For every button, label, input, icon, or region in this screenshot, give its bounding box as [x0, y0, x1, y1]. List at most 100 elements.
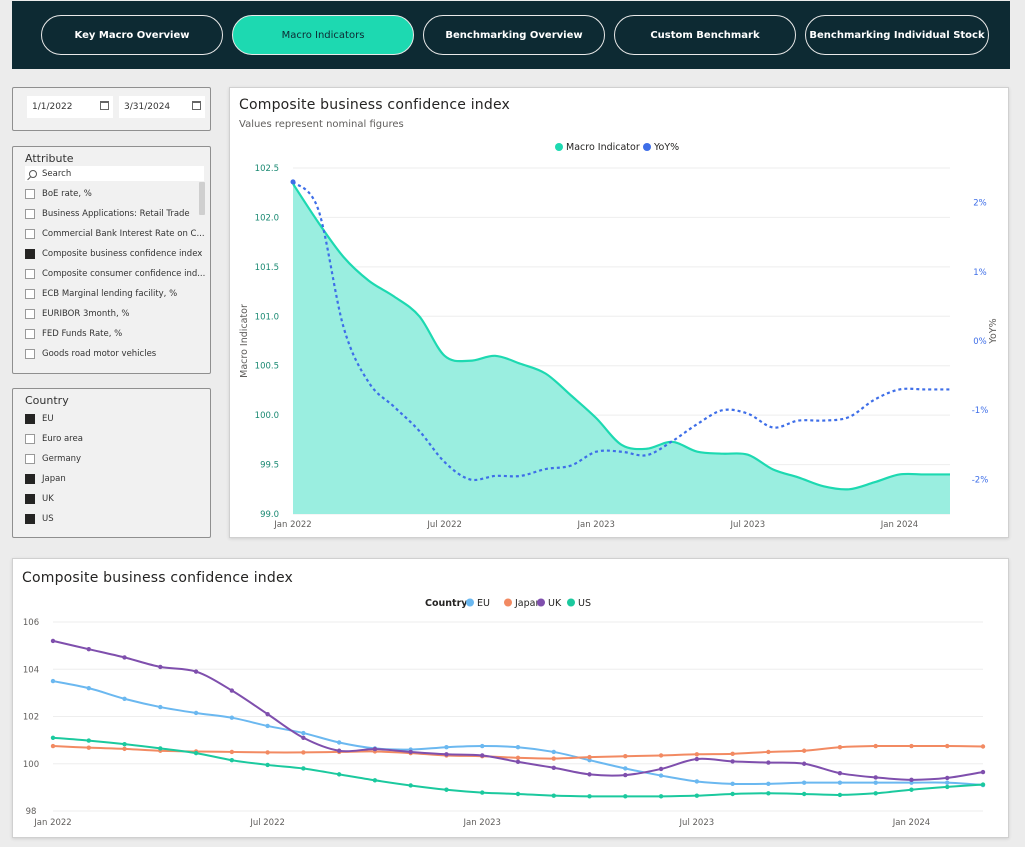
- data-point: [50, 678, 56, 684]
- data-point: [336, 740, 342, 745]
- attribute-item[interactable]: BoE rate, %: [25, 186, 92, 202]
- data-point: [945, 780, 950, 785]
- y2-tick-label: -1%: [972, 406, 989, 416]
- data-point: [122, 746, 127, 752]
- data-point: [50, 638, 56, 644]
- attribute-item[interactable]: Composite business confidence index: [25, 246, 202, 262]
- y-tick-label: 102.5: [255, 164, 279, 174]
- tab-key-macro-overview[interactable]: Key Macro Overview: [41, 15, 223, 55]
- data-point: [86, 646, 91, 652]
- y-tick-label: 100.0: [255, 411, 279, 421]
- date-range-slicer: 1/1/2022 3/31/2024: [12, 87, 211, 131]
- data-point: [444, 787, 449, 792]
- data-point: [193, 669, 199, 674]
- checkbox-unchecked[interactable]: [25, 329, 35, 339]
- checkbox-unchecked[interactable]: [25, 229, 35, 239]
- country-item[interactable]: Japan: [25, 471, 66, 487]
- data-point: [480, 753, 485, 758]
- data-point: [623, 753, 628, 759]
- data-point: [945, 784, 950, 790]
- start-date-input[interactable]: 1/1/2022: [27, 96, 113, 118]
- data-point: [515, 791, 521, 797]
- series-line-eu: [52, 680, 984, 787]
- data-point: [623, 766, 628, 771]
- y-tick-label: 98: [26, 807, 37, 817]
- legend-label: UK: [548, 598, 562, 609]
- checkbox-checked[interactable]: [25, 414, 35, 424]
- calendar-icon[interactable]: [100, 101, 109, 110]
- country-item[interactable]: UK: [25, 491, 54, 507]
- tab-custom-benchmark[interactable]: Custom Benchmark: [614, 15, 796, 55]
- y-tick-label: 102.0: [255, 213, 279, 223]
- data-point: [50, 743, 56, 749]
- country-item[interactable]: US: [25, 511, 54, 527]
- country-item[interactable]: Germany: [25, 451, 81, 467]
- data-point: [766, 781, 771, 787]
- attribute-scrollbar[interactable]: [199, 182, 205, 215]
- y2-tick-label: 0%: [973, 337, 987, 347]
- data-point: [551, 793, 556, 798]
- country-item[interactable]: Euro area: [25, 431, 83, 447]
- attribute-item-label: Composite business confidence index: [42, 249, 203, 259]
- data-point: [730, 759, 735, 764]
- data-point: [587, 772, 592, 777]
- tab-macro-indicators[interactable]: Macro Indicators: [232, 15, 414, 55]
- end-date-input[interactable]: 3/31/2024: [119, 96, 205, 118]
- legend-label: EU: [477, 598, 490, 609]
- tab-benchmarking-individual-stock[interactable]: Benchmarking Individual Stock: [805, 15, 989, 55]
- country-item-label: UK: [42, 494, 54, 504]
- data-point: [515, 759, 521, 765]
- country-item-label: EU: [42, 414, 54, 424]
- attribute-item-label: FED Funds Rate, %: [42, 329, 123, 339]
- data-point: [873, 780, 878, 785]
- y-tick-label: 101.0: [255, 312, 279, 322]
- checkbox-checked[interactable]: [25, 494, 35, 504]
- country-slicer-title: Country: [25, 394, 69, 407]
- data-point: [301, 766, 306, 771]
- data-point: [86, 738, 91, 743]
- checkbox-unchecked[interactable]: [25, 209, 35, 219]
- country-item[interactable]: EU: [25, 411, 54, 427]
- checkbox-unchecked[interactable]: [25, 189, 35, 199]
- attribute-item[interactable]: Goods road motor vehicles: [25, 346, 156, 362]
- tab-benchmarking-overview[interactable]: Benchmarking Overview: [423, 15, 605, 55]
- attribute-item[interactable]: FED Funds Rate, %: [25, 326, 122, 342]
- top-navigation-bar: Key Macro Overview Macro Indicators Benc…: [12, 1, 1010, 69]
- data-point: [301, 730, 306, 736]
- attribute-search-input[interactable]: Search: [25, 166, 204, 181]
- calendar-icon[interactable]: [192, 101, 201, 110]
- attribute-item-label: ECB Marginal lending facility, %: [42, 289, 178, 299]
- legend-label: US: [578, 598, 591, 609]
- data-point: [480, 790, 485, 795]
- checkbox-unchecked[interactable]: [25, 269, 35, 279]
- attribute-item[interactable]: ECB Marginal lending facility, %: [25, 286, 177, 302]
- attribute-item[interactable]: Business Applications: Retail Trade: [25, 206, 190, 222]
- checkbox-unchecked[interactable]: [25, 349, 35, 359]
- data-point: [801, 748, 807, 753]
- legend-marker: [466, 598, 474, 607]
- checkbox-checked[interactable]: [25, 514, 35, 524]
- data-point: [122, 655, 127, 660]
- x-tick-label: Jan 2024: [880, 520, 918, 530]
- checkbox-unchecked[interactable]: [25, 309, 35, 319]
- y-tick-label: 99.0: [260, 510, 279, 520]
- data-point: [229, 688, 235, 693]
- legend-label: YoY%: [653, 142, 679, 153]
- checkbox-unchecked[interactable]: [25, 454, 35, 464]
- checkbox-checked[interactable]: [25, 474, 35, 484]
- data-point: [801, 761, 807, 766]
- attribute-item[interactable]: EURIBOR 3month, %: [25, 306, 129, 322]
- data-point: [694, 793, 700, 798]
- checkbox-unchecked[interactable]: [25, 434, 35, 444]
- data-point: [122, 696, 127, 701]
- attribute-item[interactable]: Composite consumer confidence ind...: [25, 266, 205, 282]
- attribute-slicer: Attribute Search BoE rate, % Business App…: [12, 146, 211, 374]
- attribute-item-label: Goods road motor vehicles: [42, 349, 157, 359]
- attribute-item[interactable]: Commercial Bank Interest Rate on C...: [25, 226, 205, 242]
- country-item-label: Germany: [42, 454, 82, 464]
- checkbox-unchecked[interactable]: [25, 289, 35, 299]
- checkbox-checked[interactable]: [25, 249, 35, 259]
- data-point: [766, 749, 771, 755]
- legend-title: Country: [425, 598, 468, 609]
- data-point: [265, 711, 270, 717]
